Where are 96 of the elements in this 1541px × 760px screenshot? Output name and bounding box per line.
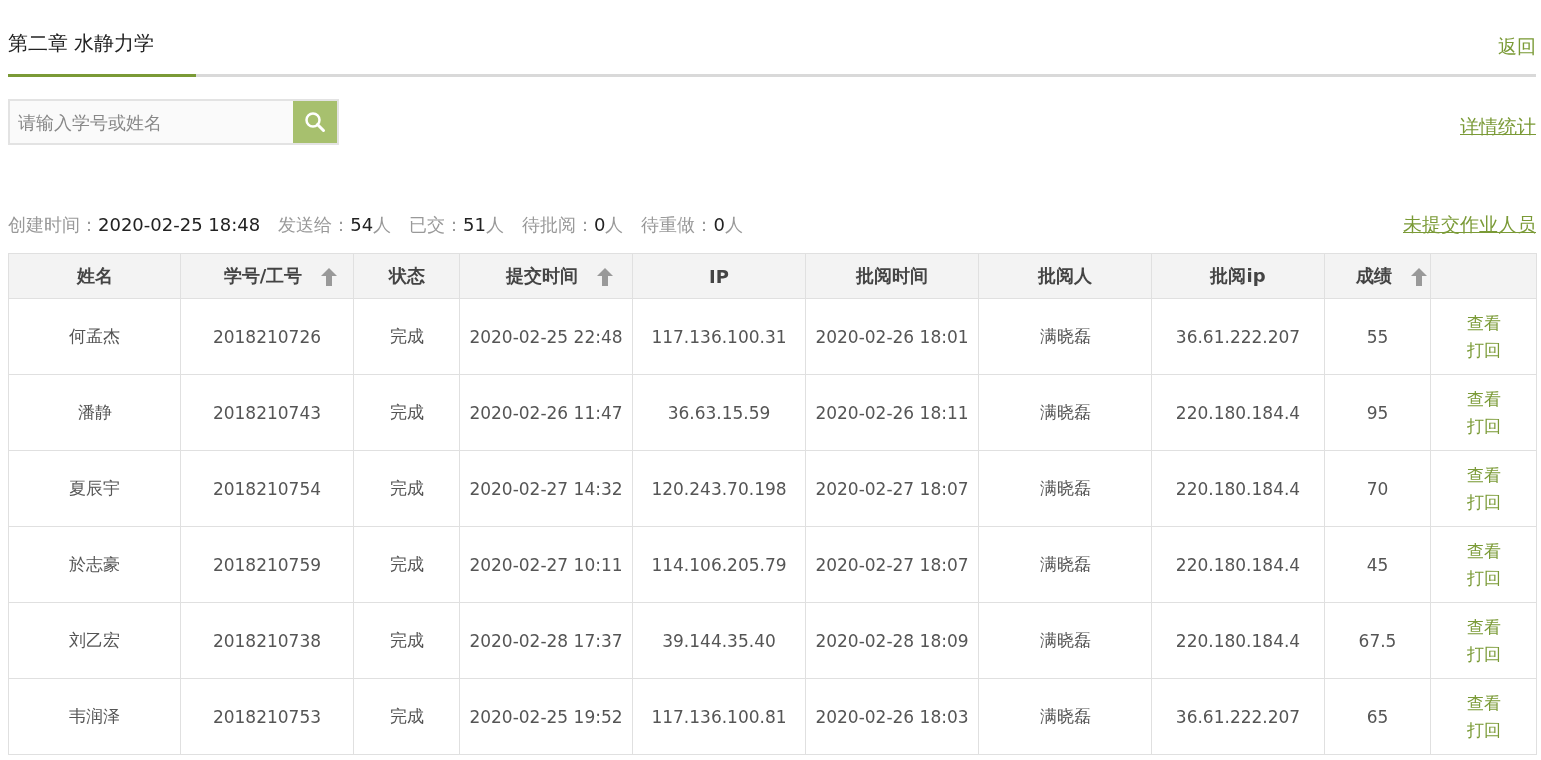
table-cell: 45 — [1324, 526, 1431, 603]
table-cell: 220.180.184.4 — [1151, 526, 1325, 603]
table-cell: 2020-02-25 19:52 — [459, 678, 633, 755]
table-cell: 65 — [1324, 678, 1431, 755]
table-cell: 2020-02-28 18:09 — [805, 602, 979, 679]
table-cell: 2020-02-27 14:32 — [459, 450, 633, 527]
table-cell: 120.243.70.198 — [632, 450, 806, 527]
up-arrow-icon[interactable] — [596, 267, 614, 287]
column-header: 姓名 — [8, 253, 181, 299]
table-cell: 2020-02-27 18:07 — [805, 526, 979, 603]
table-cell: 完成 — [353, 602, 460, 679]
action-link[interactable]: 查看 — [1432, 537, 1535, 565]
stat-value: 2020-02-25 18:48 — [98, 214, 261, 235]
stat-label: 创建时间： — [8, 214, 98, 235]
table-cell: 满晓磊 — [978, 602, 1152, 679]
table-cell: 95 — [1324, 374, 1431, 451]
stat-unit: 人 — [373, 214, 392, 235]
table-cell: 完成 — [353, 374, 460, 451]
table-cell: 2020-02-26 11:47 — [459, 374, 633, 451]
table-cell: 36.63.15.59 — [632, 374, 806, 451]
table-cell: 2020-02-26 18:11 — [805, 374, 979, 451]
table-cell: 满晓磊 — [978, 450, 1152, 527]
column-header: 状态 — [353, 253, 460, 299]
table-cell: 於志豪 — [8, 526, 181, 603]
table-cell: 2018210726 — [180, 298, 354, 375]
table-cell: 2020-02-27 18:07 — [805, 450, 979, 527]
table-cell: 220.180.184.4 — [1151, 602, 1325, 679]
table-cell: 满晓磊 — [978, 298, 1152, 375]
action-link[interactable]: 查看 — [1432, 385, 1535, 413]
up-arrow-icon[interactable] — [1409, 267, 1428, 287]
table-cell: 2020-02-25 22:48 — [459, 298, 633, 375]
table-cell: 韦润泽 — [8, 678, 181, 755]
column-header: 批阅人 — [978, 253, 1152, 299]
table-cell: 67.5 — [1324, 602, 1431, 679]
stat-label: 待批阅： — [522, 214, 594, 235]
unsubmitted-link[interactable]: 未提交作业人员 — [1403, 212, 1536, 238]
table-cell: 完成 — [353, 450, 460, 527]
action-link[interactable]: 查看 — [1432, 309, 1535, 337]
table-cell: 2018210753 — [180, 678, 354, 755]
action-link[interactable]: 打回 — [1432, 412, 1535, 440]
column-header[interactable]: 学号/工号 — [180, 253, 354, 299]
action-link[interactable]: 查看 — [1432, 461, 1535, 489]
table-cell: 39.144.35.40 — [632, 602, 806, 679]
stat-label: 发送给： — [278, 214, 351, 235]
stat-unit: 人 — [605, 214, 624, 235]
table-cell: 220.180.184.4 — [1151, 374, 1325, 451]
stat-label: 已交： — [409, 214, 464, 235]
column-header: IP — [632, 253, 806, 299]
action-link[interactable]: 打回 — [1432, 640, 1535, 668]
table-cell: 55 — [1324, 298, 1431, 375]
table-cell: 220.180.184.4 — [1151, 450, 1325, 527]
table-cell: 36.61.222.207 — [1151, 678, 1325, 755]
table-cell: 2018210754 — [180, 450, 354, 527]
table-cell: 夏辰宇 — [8, 450, 181, 527]
action-link[interactable]: 打回 — [1432, 564, 1535, 592]
back-link[interactable]: 返回 — [1498, 34, 1536, 74]
stat-value: 54 — [350, 214, 374, 235]
title-tab[interactable]: 第二章 水静力学 — [8, 30, 196, 77]
stat-unit: 人 — [486, 214, 504, 235]
table-cell: 2020-02-28 17:37 — [459, 602, 633, 679]
table-cell: 70 — [1324, 450, 1431, 527]
stat-value: 0 — [713, 214, 725, 235]
column-header[interactable]: 成绩 — [1324, 253, 1431, 299]
table-cell: 117.136.100.31 — [632, 298, 806, 375]
table-cell: 满晓磊 — [978, 374, 1152, 451]
table-cell: 2018210759 — [180, 526, 354, 603]
table-cell: 2020-02-26 18:03 — [805, 678, 979, 755]
table-cell: 2020-02-26 18:01 — [805, 298, 979, 375]
stat-value: 51 — [463, 214, 486, 235]
table-cell: 潘静 — [8, 374, 181, 451]
table-cell: 2020-02-27 10:11 — [459, 526, 633, 603]
action-link[interactable]: 查看 — [1432, 689, 1535, 717]
table-cell: 完成 — [353, 678, 460, 755]
table-cell: 满晓磊 — [978, 678, 1152, 755]
up-arrow-icon[interactable] — [320, 267, 339, 287]
stat-value: 0 — [594, 214, 606, 235]
action-link[interactable]: 打回 — [1432, 336, 1535, 364]
action-link[interactable]: 查看 — [1432, 613, 1535, 641]
action-link[interactable]: 打回 — [1432, 716, 1535, 744]
table-cell: 117.136.100.81 — [632, 678, 806, 755]
table-cell: 2018210738 — [180, 602, 354, 679]
table-cell: 满晓磊 — [978, 526, 1152, 603]
column-header: 批阅时间 — [805, 253, 979, 299]
action-link[interactable]: 打回 — [1432, 488, 1535, 516]
table-cell: 何孟杰 — [8, 298, 181, 375]
detail-stats-link[interactable]: 详情统计 — [1460, 114, 1536, 140]
table-cell: 2018210743 — [180, 374, 354, 451]
table-cell: 114.106.205.79 — [632, 526, 806, 603]
column-header: 批阅ip — [1151, 253, 1325, 299]
table-cell: 36.61.222.207 — [1151, 298, 1325, 375]
stat-unit: 人 — [724, 214, 743, 235]
table-cell: 刘乙宏 — [8, 602, 181, 679]
stat-label: 待重做： — [641, 214, 714, 235]
table-cell: 完成 — [353, 298, 460, 375]
table-cell: 完成 — [353, 526, 460, 603]
column-header[interactable]: 提交时间 — [459, 253, 633, 299]
